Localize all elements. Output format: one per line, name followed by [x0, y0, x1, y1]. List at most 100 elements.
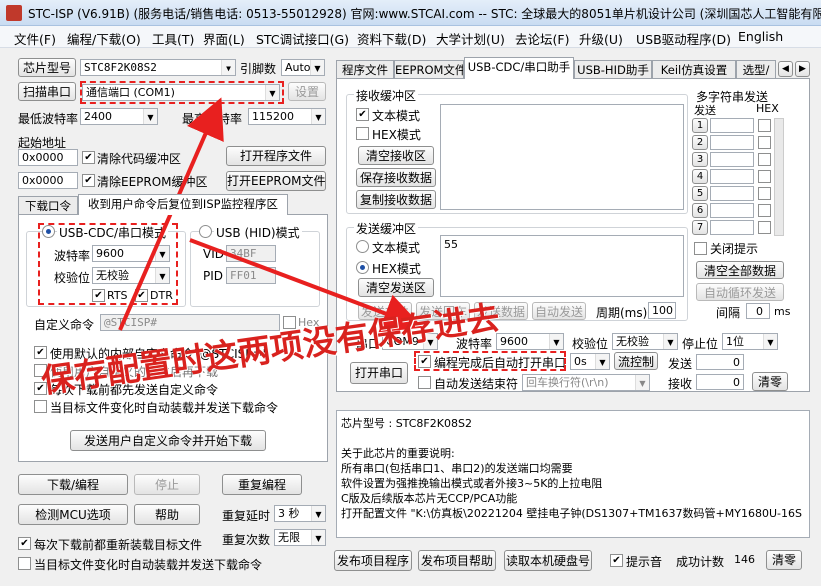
multi-hex-checkbox[interactable] [758, 170, 771, 183]
chip-model-select[interactable]: STC8F2K08S2 ▼ [80, 59, 236, 76]
info-output-box[interactable]: 芯片型号 : STC8F2K08S2 关于此芯片的重要说明: 所有串口(包括串口1… [336, 410, 810, 538]
tab-serial-assistant[interactable]: USB-CDC/串口助手 [464, 57, 574, 79]
vid-input[interactable]: 34BF [226, 245, 276, 262]
menu-file[interactable]: 文件(F) [14, 29, 56, 48]
copy-receive-button[interactable]: 复制接收数据 [356, 190, 436, 209]
interval-input[interactable]: 0 [746, 303, 770, 319]
help-button[interactable]: 帮助 [134, 504, 200, 525]
repeat-delay-select[interactable]: 3 秒 ▼ [274, 505, 326, 522]
multi-string-input[interactable] [710, 118, 754, 133]
multi-string-input[interactable] [710, 135, 754, 150]
menu-forum[interactable]: 去论坛(F) [515, 29, 569, 48]
serial-baud-select[interactable]: 9600 ▼ [496, 333, 564, 350]
auto-send-button[interactable]: 自动发送 [532, 302, 586, 320]
menu-interface[interactable]: 界面(L) [203, 29, 245, 48]
tab-usb-hid[interactable]: USB-HID助手 [574, 60, 652, 79]
menu-docs[interactable]: 资料下载(D) [357, 29, 426, 48]
tab-download-password[interactable]: 下载口令 [18, 196, 78, 215]
recv-text-mode-checkbox[interactable]: ✔ [356, 108, 369, 121]
multi-string-input[interactable] [710, 169, 754, 184]
max-baud-select[interactable]: 115200 ▼ [248, 108, 326, 125]
recv-hex-mode-checkbox[interactable] [356, 127, 369, 140]
multi-send-button[interactable]: 7 [692, 220, 708, 235]
stop-bits-select[interactable]: 1位 ▼ [722, 333, 778, 350]
period-input[interactable]: 100 [648, 302, 676, 319]
multi-send-button[interactable]: 5 [692, 186, 708, 201]
pins-select[interactable]: Auto ▼ [281, 59, 325, 76]
clear-counts-button[interactable]: 清零 [752, 372, 788, 391]
receive-textarea[interactable] [440, 104, 684, 210]
clear-send-button[interactable]: 清空发送区 [358, 278, 434, 297]
multi-string-scrollbar[interactable] [774, 118, 784, 236]
clear-code-checkbox[interactable]: ✔ [82, 151, 95, 164]
detect-mcu-button[interactable]: 检测MCU选项 [18, 504, 128, 525]
clear-all-data-button[interactable]: 清空全部数据 [696, 261, 784, 279]
clear-eeprom-checkbox[interactable]: ✔ [82, 174, 95, 187]
tab-scroll-right-icon[interactable]: ▶ [795, 61, 810, 77]
multi-hex-checkbox[interactable] [758, 221, 771, 234]
scan-port-button[interactable]: 扫描串口 [18, 82, 76, 101]
read-disk-id-button[interactable]: 读取本机硬盘号 [504, 550, 592, 571]
publish-help-button[interactable]: 发布项目帮助 [418, 550, 496, 571]
multi-string-input[interactable] [710, 186, 754, 201]
multi-hex-checkbox[interactable] [758, 204, 771, 217]
serial-parity-select[interactable]: 无校验 ▼ [612, 333, 678, 350]
multi-send-button[interactable]: 2 [692, 135, 708, 150]
repeat-count-select[interactable]: 无限 ▼ [274, 529, 326, 546]
flow-control-button[interactable]: 流控制 [614, 352, 658, 370]
tip-sound-checkbox[interactable]: ✔ [610, 554, 623, 567]
repeat-program-button[interactable]: 重复编程 [222, 474, 302, 495]
stop-button[interactable]: 停止 [134, 474, 200, 495]
clear-receive-button[interactable]: 清空接收区 [358, 146, 434, 165]
download-program-button[interactable]: 下载/编程 [18, 474, 128, 495]
code-address-input[interactable]: 0x0000 [18, 149, 78, 166]
chip-model-button[interactable]: 芯片型号 [18, 58, 76, 77]
tab-scroll-left-icon[interactable]: ◀ [778, 61, 793, 77]
tab-keil-debug[interactable]: Keil仿真设置 [652, 60, 736, 79]
newline-select[interactable]: 回车换行符(\r\n) ▼ [522, 374, 650, 391]
auto-end-char-checkbox[interactable] [418, 376, 431, 389]
tab-selection[interactable]: 选型/ [736, 60, 776, 79]
reload-before-download-checkbox[interactable]: ✔ [18, 537, 31, 550]
auto-open-delay-select[interactable]: 0s ▼ [570, 353, 610, 370]
clear-success-button[interactable]: 清零 [766, 550, 802, 570]
menu-usb-driver[interactable]: USB驱动程序(D) [636, 29, 731, 48]
min-baud-select[interactable]: 2400 ▼ [80, 108, 158, 125]
open-serial-port-button[interactable]: 打开串口 [350, 362, 408, 384]
pid-input[interactable]: FF01 [226, 267, 276, 284]
send-text-mode-radio[interactable] [356, 240, 369, 253]
menu-english[interactable]: English [738, 29, 783, 44]
menu-program[interactable]: 编程/下载(O) [67, 29, 141, 48]
send-hex-mode-radio[interactable] [356, 261, 369, 274]
multi-hex-checkbox[interactable] [758, 153, 771, 166]
auto-load-on-change-checkbox[interactable] [18, 557, 31, 570]
menu-university[interactable]: 大学计划(U) [436, 29, 505, 48]
settings-button[interactable]: 设置 [288, 82, 326, 101]
open-eeprom-file-button[interactable]: 打开EEPROM文件 [226, 171, 326, 191]
multi-hex-checkbox[interactable] [758, 136, 771, 149]
save-receive-button[interactable]: 保存接收数据 [356, 168, 436, 187]
multi-send-button[interactable]: 3 [692, 152, 708, 167]
publish-program-button[interactable]: 发布项目程序 [334, 550, 412, 571]
multi-send-button[interactable]: 4 [692, 169, 708, 184]
multi-hex-checkbox[interactable] [758, 119, 771, 132]
open-program-file-button[interactable]: 打开程序文件 [226, 146, 326, 166]
usb-hid-radio[interactable] [199, 225, 212, 238]
eeprom-address-input[interactable]: 0x0000 [18, 172, 78, 189]
multi-hex-checkbox[interactable] [758, 187, 771, 200]
menu-debug[interactable]: STC调试接口(G) [256, 29, 349, 48]
menu-upgrade[interactable]: 升级(U) [579, 29, 623, 48]
auto-loop-send-button[interactable]: 自动循环发送 [696, 283, 784, 301]
multi-string-input[interactable] [710, 203, 754, 218]
tab-reset-isp[interactable]: 收到用户命令后复位到ISP监控程序区 [78, 194, 288, 215]
multi-string-input[interactable] [710, 152, 754, 167]
close-tip-checkbox[interactable] [694, 242, 707, 255]
send-textarea[interactable]: 55 [440, 235, 684, 297]
send-custom-command-button[interactable]: 发送用户自定义命令并开始下载 [70, 430, 266, 451]
multi-send-button[interactable]: 6 [692, 203, 708, 218]
multi-string-input[interactable] [710, 220, 754, 235]
menu-tools[interactable]: 工具(T) [152, 29, 194, 48]
tab-program-file[interactable]: 程序文件 [336, 60, 394, 79]
tab-eeprom-file[interactable]: EEPROM文件 [394, 60, 464, 79]
multi-send-button[interactable]: 1 [692, 118, 708, 133]
